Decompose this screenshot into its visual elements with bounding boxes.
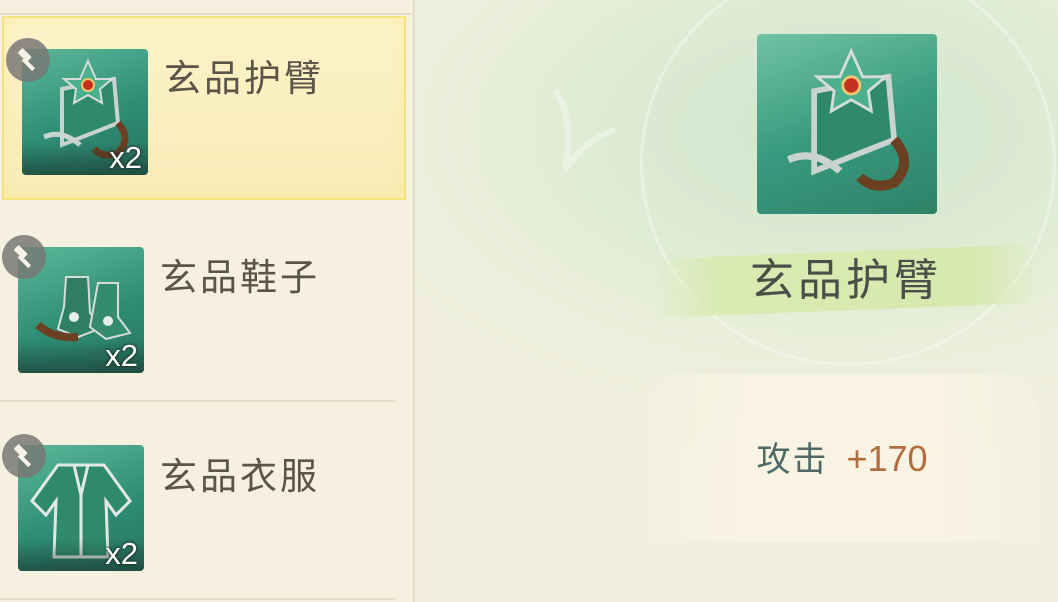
list-item-bracer[interactable]: x2 玄品护臂 bbox=[2, 16, 406, 200]
list-item-robe[interactable]: x2 玄品衣服 bbox=[0, 402, 413, 587]
detail-item-name: 玄品护臂 bbox=[750, 255, 942, 306]
item-detail-panel: 玄品护臂 攻击 +170 bbox=[415, 0, 1058, 602]
hammer-icon bbox=[2, 434, 46, 478]
hammer-icon bbox=[2, 235, 46, 279]
stat-value: +170 bbox=[846, 438, 928, 479]
decorative-swirl-icon bbox=[552, 88, 617, 172]
stat-row: 攻击 +170 bbox=[647, 436, 1037, 483]
item-name: 玄品鞋子 bbox=[160, 256, 320, 299]
item-quantity: x2 bbox=[105, 536, 138, 571]
bracer-icon bbox=[786, 47, 910, 191]
list-item-boots[interactable]: x2 玄品鞋子 bbox=[0, 203, 413, 388]
item-name: 玄品衣服 bbox=[160, 455, 320, 498]
item-quantity: x2 bbox=[105, 338, 138, 373]
item-quantity: x2 bbox=[109, 140, 142, 175]
inventory-list: x2 玄品护臂 x2 玄品鞋子 x2 玄品衣服 bbox=[0, 0, 415, 602]
stat-label: 攻击 bbox=[756, 440, 829, 480]
hammer-icon bbox=[6, 38, 50, 82]
divider bbox=[0, 598, 396, 600]
detail-item-image bbox=[757, 34, 937, 214]
item-name: 玄品护臂 bbox=[164, 57, 324, 100]
divider bbox=[0, 13, 413, 15]
